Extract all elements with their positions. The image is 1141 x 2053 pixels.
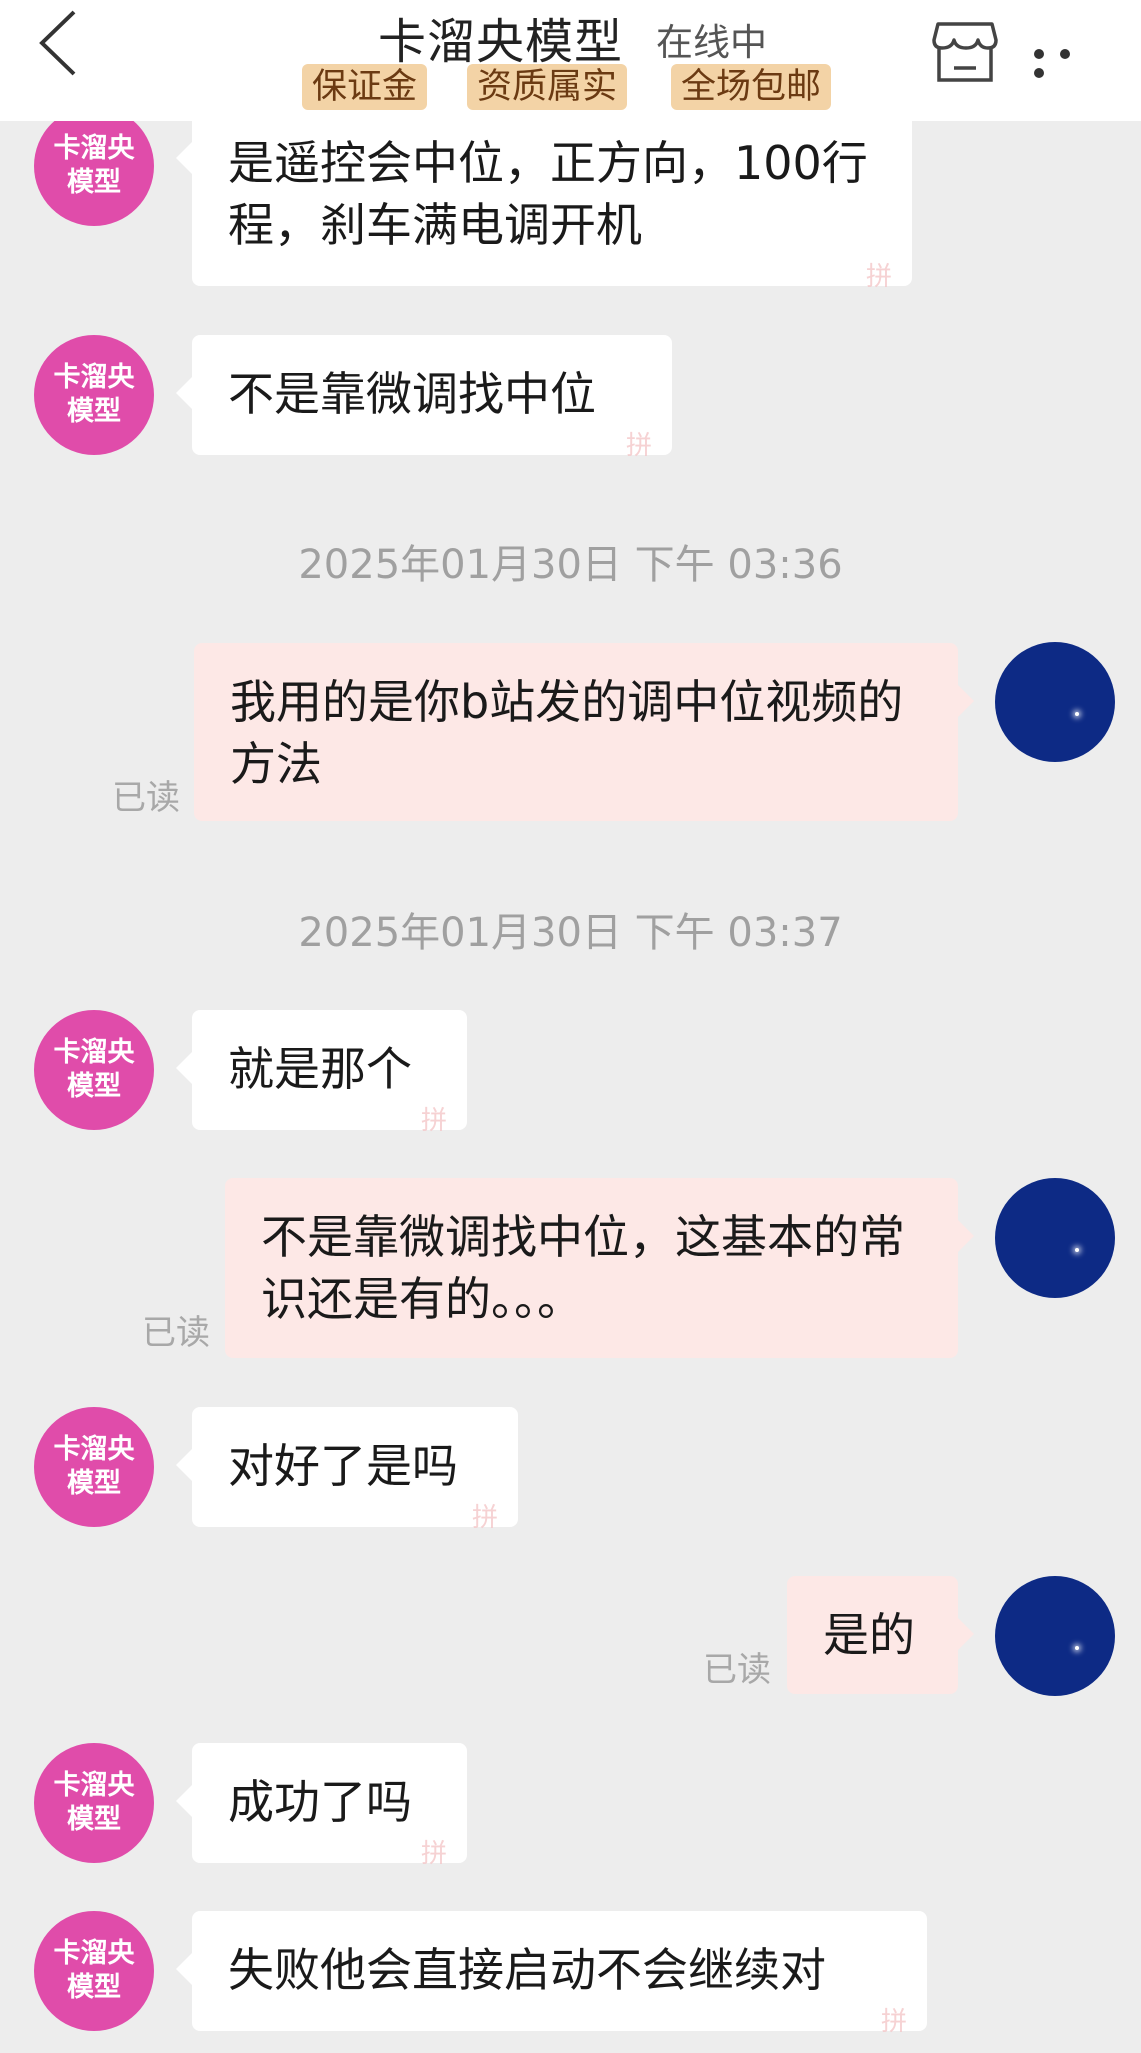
message-bubble[interactable]: 就是那个 拼: [176, 1010, 467, 1136]
watermark-icon: 拼: [472, 1503, 499, 1533]
shop-avatar[interactable]: 卡溜央 模型: [34, 1743, 154, 1863]
watermark-icon: 拼: [421, 1839, 448, 1869]
read-receipt: 已读: [112, 778, 180, 818]
watermark-icon: 拼: [626, 431, 653, 461]
online-status: 在线中: [656, 21, 767, 64]
badge-free-shipping[interactable]: 全场包邮: [671, 64, 832, 110]
back-icon[interactable]: [36, 8, 86, 78]
badge-deposit[interactable]: 保证金: [302, 64, 428, 110]
shop-avatar[interactable]: 卡溜央 模型: [34, 1911, 154, 2031]
message-text: 我用的是你b站发的调中位视频的方法: [230, 675, 904, 791]
shop-avatar[interactable]: 卡溜央 模型: [34, 106, 154, 226]
shop-avatar[interactable]: 卡溜央 模型: [34, 1407, 154, 1527]
timestamp: 2025年01月30日 下午 03:37: [298, 910, 843, 956]
read-receipt: 已读: [703, 1650, 771, 1690]
my-avatar[interactable]: [995, 1178, 1115, 1298]
message-text: 是遥控会中位，正方向，100行程，刹车满电调开机: [228, 136, 868, 252]
message-bubble[interactable]: 对好了是吗 拼: [176, 1407, 518, 1533]
message-text: 对好了是吗: [228, 1439, 458, 1493]
message-bubble[interactable]: 我用的是你b站发的调中位视频的方法: [194, 643, 974, 821]
watermark-icon: 拼: [866, 262, 893, 292]
message-bubble[interactable]: 不是靠微调找中位 拼: [176, 335, 672, 461]
timestamp: 2025年01月30日 下午 03:36: [298, 542, 843, 588]
read-receipt: 已读: [142, 1313, 210, 1353]
message-bubble[interactable]: 是遥控会中位，正方向，100行程，刹车满电调开机 拼: [176, 100, 912, 292]
more-icon[interactable]: [1034, 44, 1106, 78]
watermark-icon: 拼: [881, 2007, 908, 2037]
message-text: 就是那个: [228, 1042, 412, 1096]
shop-avatar[interactable]: 卡溜央 模型: [34, 335, 154, 455]
shop-avatar[interactable]: 卡溜央 模型: [34, 1010, 154, 1130]
message-bubble[interactable]: 是的: [787, 1576, 974, 1694]
message-text: 是的: [823, 1608, 915, 1662]
shop-icon[interactable]: [930, 18, 1000, 84]
my-avatar[interactable]: [995, 642, 1115, 762]
message-bubble[interactable]: 不是靠微调找中位，这基本的常识还是有的。。。: [225, 1178, 974, 1358]
message-text: 成功了吗: [228, 1775, 412, 1829]
message-bubble[interactable]: 失败他会直接启动不会继续对 拼: [176, 1911, 927, 2037]
message-bubble[interactable]: 成功了吗 拼: [176, 1743, 467, 1869]
chat-title[interactable]: 卡溜央模型: [378, 2, 623, 72]
message-text: 失败他会直接启动不会继续对: [228, 1943, 826, 1997]
my-avatar[interactable]: [995, 1576, 1115, 1696]
badge-verified[interactable]: 资质属实: [467, 64, 628, 110]
message-text: 不是靠微调找中位: [228, 367, 596, 421]
message-text: 不是靠微调找中位，这基本的常识还是有的。。。: [261, 1210, 905, 1326]
watermark-icon: 拼: [421, 1106, 448, 1136]
chat-header: 卡溜央模型 在线中 保证金 资质属实 全场包邮: [0, 0, 1141, 121]
